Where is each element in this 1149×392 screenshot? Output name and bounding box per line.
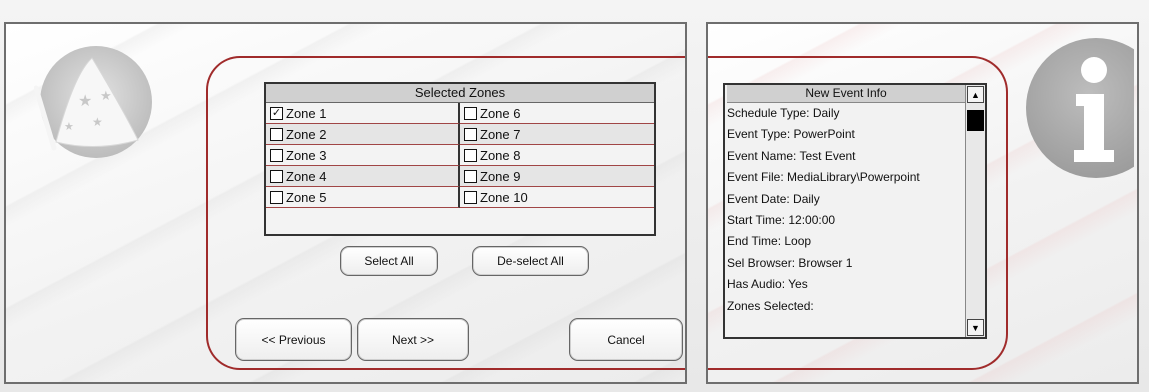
info-line: Sel Browser: Browser 1 [727, 255, 853, 270]
zone-item-9[interactable]: Zone 9 [460, 166, 654, 187]
zone-label: Zone 3 [286, 147, 327, 163]
zone-9-checkbox[interactable] [464, 169, 477, 183]
select-all-button[interactable]: Select All [340, 246, 438, 276]
zone-2-checkbox[interactable] [270, 127, 283, 141]
deselect-all-button[interactable]: De-select All [472, 246, 589, 276]
previous-button[interactable]: << Previous [235, 318, 352, 361]
check-icon: ✓ [271, 106, 282, 119]
scroll-down-icon[interactable]: ▼ [967, 319, 984, 336]
info-line: Has Audio: Yes [727, 277, 808, 292]
zone-label: Zone 5 [286, 189, 327, 205]
zone-item-1[interactable]: ✓ Zone 1 [266, 103, 460, 124]
info-line: Event Type: PowerPoint [727, 127, 855, 142]
event-info-list[interactable]: New Event Info Schedule Type: Daily Even… [723, 83, 987, 339]
zone-selection-panel: ★ ★ ★ ★ Selected Zones ✓ Zone 1 Zone 6 Z… [4, 22, 687, 384]
info-line: End Time: Loop [727, 234, 812, 249]
zone-item-6[interactable]: Zone 6 [460, 103, 654, 124]
info-line: Zones Selected: [727, 298, 814, 313]
svg-text:★: ★ [100, 89, 112, 104]
wizard-window: ★ ★ ★ ★ Selected Zones ✓ Zone 1 Zone 6 Z… [0, 0, 1149, 392]
info-icon [1026, 38, 1134, 178]
svg-text:★: ★ [64, 120, 74, 133]
info-scrollbar[interactable]: ▲ ▼ [965, 85, 985, 337]
zone-label: Zone 6 [480, 105, 521, 121]
zone-7-checkbox[interactable] [464, 127, 477, 141]
zones-grid: ✓ Zone 1 Zone 6 Zone 2 Zone 7 Zone 3 Zon… [266, 103, 654, 208]
event-info-lines: Schedule Type: Daily Event Type: PowerPo… [725, 103, 967, 317]
svg-text:★: ★ [92, 115, 103, 129]
zone-label: Zone 9 [480, 168, 521, 184]
zone-10-checkbox[interactable] [464, 190, 477, 204]
info-line: Event Date: Daily [727, 191, 820, 206]
zone-item-4[interactable]: Zone 4 [266, 166, 460, 187]
zone-item-10[interactable]: Zone 10 [460, 187, 654, 208]
next-button[interactable]: Next >> [357, 318, 469, 361]
zone-4-checkbox[interactable] [270, 169, 283, 183]
zone-item-8[interactable]: Zone 8 [460, 145, 654, 166]
cancel-button[interactable]: Cancel [569, 318, 683, 361]
zone-item-3[interactable]: Zone 3 [266, 145, 460, 166]
zone-5-checkbox[interactable] [270, 190, 283, 204]
scrollbar-thumb[interactable] [967, 110, 984, 131]
zone-item-2[interactable]: Zone 2 [266, 124, 460, 145]
zone-label: Zone 4 [286, 168, 327, 184]
svg-text:★: ★ [78, 91, 92, 110]
scroll-up-icon[interactable]: ▲ [967, 86, 984, 103]
zone-1-checkbox[interactable]: ✓ [270, 106, 283, 120]
event-info-title: New Event Info [727, 85, 965, 103]
zone-3-checkbox[interactable] [270, 148, 283, 162]
info-line: Event File: MediaLibrary\Powerpoint [727, 170, 920, 185]
zone-6-checkbox[interactable] [464, 106, 477, 120]
info-line: Start Time: 12:00:00 [727, 212, 836, 227]
info-line: Schedule Type: Daily [727, 106, 840, 120]
zone-label: Zone 8 [480, 147, 521, 163]
wizard-hat-icon: ★ ★ ★ ★ [34, 46, 152, 158]
zones-table: Selected Zones ✓ Zone 1 Zone 6 Zone 2 Zo… [264, 82, 656, 236]
zone-item-7[interactable]: Zone 7 [460, 124, 654, 145]
zone-item-5[interactable]: Zone 5 [266, 187, 460, 208]
zone-label: Zone 1 [286, 105, 327, 121]
zone-label: Zone 10 [480, 189, 528, 205]
zone-label: Zone 2 [286, 126, 327, 142]
zone-label: Zone 7 [480, 126, 521, 142]
info-line: Event Name: Test Event [727, 148, 856, 163]
event-info-panel: New Event Info Schedule Type: Daily Even… [706, 22, 1139, 384]
zone-8-checkbox[interactable] [464, 148, 477, 162]
zones-title: Selected Zones [266, 84, 654, 103]
